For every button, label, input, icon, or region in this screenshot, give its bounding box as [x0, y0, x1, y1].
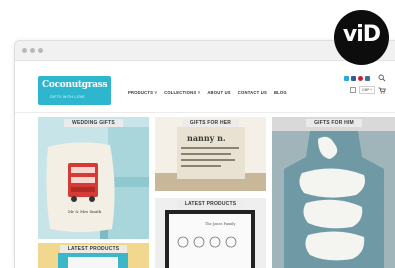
apron-image: [272, 117, 395, 268]
vid-logo-text: viD: [342, 22, 381, 47]
tile-gifts-for-him[interactable]: GIFTS FOR HIM: [272, 117, 395, 268]
wedding-gifts-label: WEDDING GIFTS: [64, 119, 123, 127]
window-close-dot[interactable]: [22, 48, 27, 53]
gifts-for-her-image: [155, 117, 266, 191]
nav-about-us[interactable]: ABOUT US: [207, 90, 230, 95]
pinterest-icon[interactable]: [358, 76, 363, 81]
tile-latest-products[interactable]: The Jones Family LATEST PRODUCTS: [155, 198, 266, 268]
tile-label: LATEST PRODUCTS: [38, 243, 149, 254]
tile-label: WEDDING GIFTS: [38, 117, 149, 128]
tile-label: GIFTS FOR HIM: [272, 117, 395, 128]
window-zoom-dot[interactable]: [38, 48, 43, 53]
vid-logo-badge: viD: [334, 10, 389, 65]
window-minimize-dot[interactable]: [30, 48, 35, 53]
logo-tagline: GIFTS WITH LOVE: [50, 95, 86, 99]
header-utilities: GBP ˅: [350, 86, 387, 94]
tile-label: GIFTS FOR HER: [155, 117, 266, 128]
wedding-cushion-image: [38, 117, 149, 239]
search-icon[interactable]: [378, 74, 386, 82]
tile-label: LATEST PRODUCTS: [155, 198, 266, 209]
facebook-icon[interactable]: [351, 76, 356, 81]
website-viewport: Coconutgrass GIFTS WITH LOVE PRODUCTS ˅ …: [15, 61, 395, 268]
site-logo[interactable]: Coconutgrass GIFTS WITH LOVE: [38, 76, 111, 105]
social-links: [344, 76, 370, 81]
latest-products-label-2: LATEST PRODUCTS: [59, 245, 128, 253]
wishlist-icon[interactable]: [350, 87, 356, 93]
browser-window: Coconutgrass GIFTS WITH LOVE PRODUCTS ˅ …: [14, 40, 395, 268]
twitter-icon[interactable]: [344, 76, 349, 81]
logo-text: Coconutgrass: [42, 80, 108, 90]
print-title: The Jones Family: [205, 222, 236, 226]
instagram-icon[interactable]: [365, 76, 370, 81]
gifts-for-him-label: GIFTS FOR HIM: [306, 119, 362, 127]
cushion-caption: Mr & Mrs Smith: [68, 209, 102, 214]
tile-gifts-for-her[interactable]: nanny n. GIFTS FOR HER: [155, 117, 266, 191]
cart-icon[interactable]: [378, 87, 387, 94]
tile-wedding-gifts[interactable]: Mr & Mrs Smith WEDDING GIFTS: [38, 117, 149, 239]
nav-collections[interactable]: COLLECTIONS ˅: [164, 90, 200, 95]
latest-products-label: LATEST PRODUCTS: [176, 200, 245, 208]
currency-select[interactable]: GBP ˅: [359, 86, 376, 94]
nav-products[interactable]: PRODUCTS ˅: [128, 90, 157, 95]
gifts-for-her-label: GIFTS FOR HER: [181, 119, 240, 127]
nav-blog[interactable]: BLOG: [274, 90, 287, 95]
her-name-print: nanny n.: [187, 133, 226, 143]
nav-contact-us[interactable]: CONTACT US: [238, 90, 267, 95]
main-nav: PRODUCTS ˅ COLLECTIONS ˅ ABOUT US CONTAC…: [128, 90, 287, 95]
header-divider: [15, 112, 395, 113]
tile-latest-products-2[interactable]: LATEST PRODUCTS: [38, 243, 149, 268]
